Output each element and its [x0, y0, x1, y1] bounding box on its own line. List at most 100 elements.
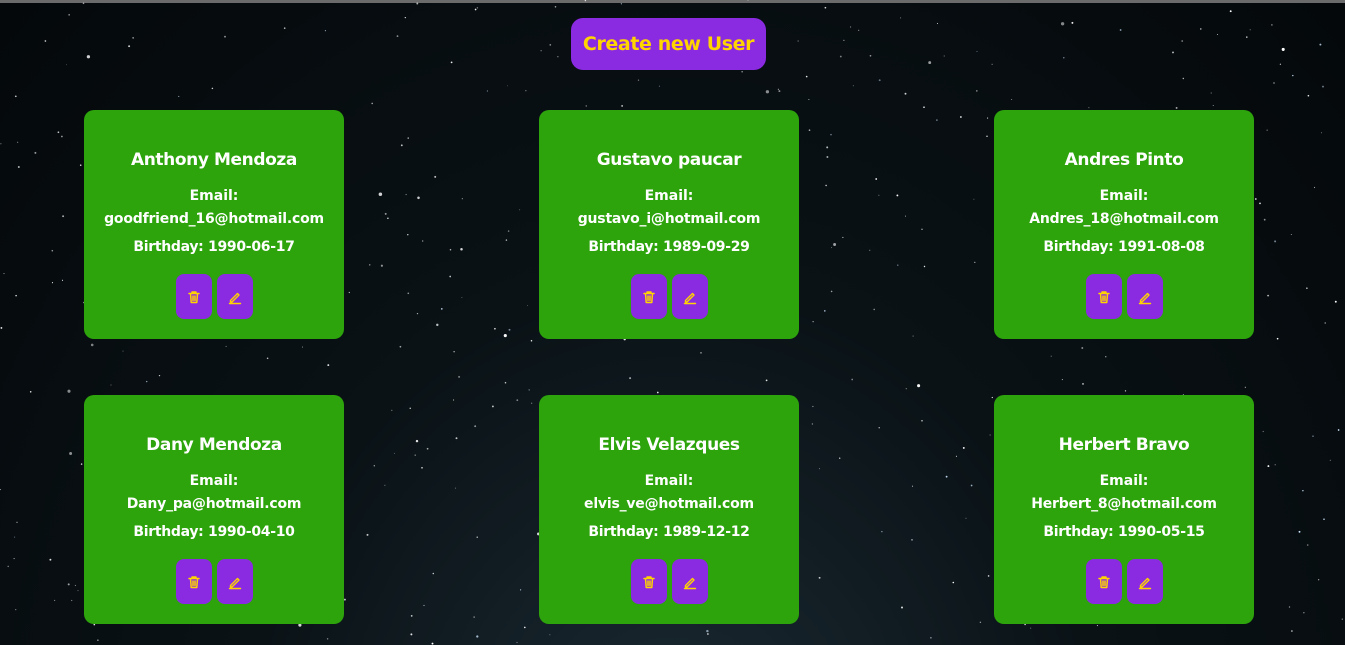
star — [540, 50, 542, 52]
star — [912, 335, 914, 337]
star — [1246, 36, 1248, 38]
edit-button[interactable] — [216, 559, 253, 604]
star — [449, 275, 452, 278]
star — [422, 240, 424, 242]
star — [461, 297, 463, 299]
star — [449, 248, 452, 251]
star — [474, 8, 477, 11]
star — [974, 261, 976, 264]
star — [979, 621, 982, 624]
star — [1322, 85, 1324, 88]
star — [67, 389, 71, 393]
star — [825, 184, 827, 187]
star — [417, 196, 420, 200]
create-user-button[interactable]: Create new User — [571, 18, 766, 70]
delete-button[interactable] — [1085, 274, 1122, 319]
star — [1175, 106, 1178, 109]
star — [1276, 337, 1279, 340]
star — [505, 239, 508, 241]
star — [405, 194, 407, 196]
star — [1249, 29, 1251, 31]
star — [1082, 383, 1084, 385]
delete-button[interactable] — [1085, 559, 1122, 604]
star — [519, 589, 522, 591]
star — [1302, 489, 1304, 492]
star — [77, 590, 79, 592]
star — [416, 2, 419, 5]
user-card: Anthony Mendoza Email: goodfriend_16@hot… — [84, 110, 344, 339]
star — [1030, 627, 1032, 629]
star — [858, 29, 860, 31]
email-label: Email: — [1099, 188, 1149, 204]
user-card: Elvis Velazques Email: elvis_ve@hotmail.… — [539, 395, 799, 624]
star — [90, 343, 94, 347]
star — [991, 63, 993, 65]
star — [526, 305, 528, 307]
star — [530, 340, 533, 342]
star — [1124, 390, 1127, 392]
delete-button[interactable] — [630, 559, 667, 604]
star — [128, 45, 131, 48]
trash-icon — [642, 290, 655, 303]
star — [937, 23, 938, 24]
star — [0, 143, 2, 145]
star — [851, 378, 854, 381]
star — [373, 465, 375, 467]
star — [44, 40, 47, 42]
delete-button[interactable] — [175, 559, 212, 604]
star — [943, 55, 945, 57]
user-card: Herbert Bravo Email: Herbert_8@hotmail.c… — [994, 395, 1254, 624]
pencil-icon — [1138, 577, 1151, 589]
star — [369, 264, 371, 266]
star — [921, 420, 923, 422]
star — [525, 90, 527, 92]
email-label: Email: — [189, 188, 239, 204]
star — [391, 409, 393, 411]
star — [1319, 43, 1322, 46]
star — [1182, 77, 1184, 80]
edit-button[interactable] — [1126, 559, 1163, 604]
edit-button[interactable] — [1126, 274, 1163, 319]
delete-button[interactable] — [630, 274, 667, 319]
star — [778, 90, 781, 93]
user-name: Dany Mendoza — [146, 435, 282, 455]
star — [1307, 94, 1310, 97]
star — [905, 388, 907, 390]
star — [7, 565, 9, 568]
star — [1274, 240, 1277, 243]
star — [808, 129, 811, 131]
star — [1313, 186, 1316, 189]
edit-button[interactable] — [671, 559, 708, 604]
star — [1263, 218, 1266, 221]
star — [878, 79, 881, 82]
star — [1119, 29, 1122, 31]
star — [991, 396, 993, 399]
user-email: Dany_pa@hotmail.com — [126, 496, 302, 512]
star — [158, 374, 161, 377]
delete-button[interactable] — [175, 274, 212, 319]
star — [416, 312, 419, 315]
star — [455, 437, 458, 440]
star — [1063, 57, 1065, 59]
email-label: Email: — [644, 188, 694, 204]
star — [384, 484, 386, 486]
star — [387, 217, 389, 219]
star — [1312, 435, 1314, 437]
star — [410, 633, 413, 636]
star — [13, 558, 15, 560]
star — [875, 178, 878, 180]
star — [1321, 132, 1323, 134]
star — [414, 454, 416, 456]
star — [970, 484, 973, 487]
star — [458, 375, 461, 378]
star — [878, 427, 880, 429]
edit-button[interactable] — [671, 274, 708, 319]
star — [975, 90, 978, 92]
email-label: Email: — [644, 473, 694, 489]
star — [16, 521, 18, 523]
star — [93, 623, 96, 626]
star — [178, 95, 180, 97]
edit-button[interactable] — [216, 274, 253, 319]
star — [896, 194, 899, 197]
star — [79, 164, 82, 166]
